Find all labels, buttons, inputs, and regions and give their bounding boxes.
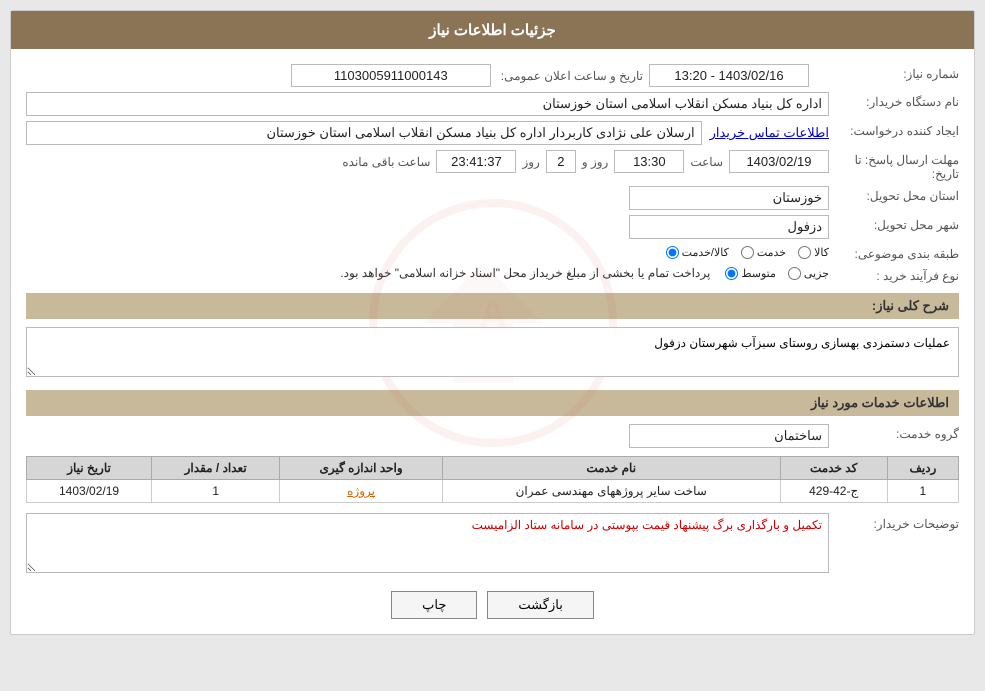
category-radio-group: کالا خدمت کالا/خدمت: [666, 246, 829, 259]
cell-unit: پروژه: [280, 480, 443, 503]
buyer-notes-label: توضیحات خریدار:: [829, 513, 959, 531]
delivery-city-value: دزفول: [629, 215, 829, 239]
need-number-value: 1103005911000143: [291, 64, 491, 87]
services-info-section: اطلاعات خدمات مورد نیاز: [26, 390, 959, 416]
delivery-province-label: استان محل تحویل:: [829, 186, 959, 203]
process-type-label: نوع فرآیند خرید :: [829, 266, 959, 283]
col-service-name: نام خدمت: [442, 457, 780, 480]
need-description-section: شرح کلی نیاز:: [26, 293, 959, 319]
col-unit: واحد اندازه گیری: [280, 457, 443, 480]
delivery-province-value: خوزستان: [629, 186, 829, 210]
page-header: جزئیات اطلاعات نیاز: [11, 11, 974, 49]
creator-value: ارسلان علی نژادی کاربردار اداره کل بنیاد…: [26, 121, 702, 145]
deadline-date-value: 1403/02/19: [729, 150, 829, 173]
col-row: ردیف: [887, 457, 958, 480]
time-label: ساعت: [690, 155, 723, 169]
radio-service[interactable]: خدمت: [741, 246, 786, 259]
service-group-label: گروه خدمت:: [829, 424, 959, 441]
cell-code: ج-42-429: [780, 480, 887, 503]
print-button[interactable]: چاپ: [391, 591, 477, 619]
buyer-org-label: نام دستگاه خریدار:: [829, 92, 959, 109]
radio-medium[interactable]: متوسط: [725, 267, 776, 280]
service-group-value: ساختمان: [629, 424, 829, 448]
days-unit: روز: [522, 155, 539, 169]
radio-minor[interactable]: جزیی: [788, 267, 829, 280]
radio-goods-service[interactable]: کالا/خدمت: [666, 246, 729, 259]
col-date: تاریخ نیاز: [27, 457, 152, 480]
col-service-code: کد خدمت: [780, 457, 887, 480]
cell-row: 1: [887, 480, 958, 503]
back-button[interactable]: بازگشت: [487, 591, 593, 619]
services-table: ردیف کد خدمت نام خدمت واحد اندازه گیری ت…: [26, 456, 959, 503]
buyer-org-value: اداره کل بنیاد مسکن انقلاب اسلامی استان …: [26, 92, 829, 116]
radio-goods[interactable]: کالا: [798, 246, 829, 259]
cell-name: ساخت سایر پروژههای مهندسی عمران: [442, 480, 780, 503]
category-label: طبقه بندی موضوعی:: [829, 244, 959, 261]
remaining-label: ساعت باقی مانده: [342, 155, 430, 169]
button-group: بازگشت چاپ: [26, 591, 959, 619]
contact-link[interactable]: اطلاعات تماس خریدار: [710, 125, 829, 141]
deadline-days-value: 2: [546, 150, 576, 173]
cell-count: 1: [152, 480, 280, 503]
col-count: تعداد / مقدار: [152, 457, 280, 480]
creator-label: ایجاد کننده درخواست:: [829, 121, 959, 138]
process-radio-group: جزیی متوسط: [725, 267, 829, 280]
announce-label: تاریخ و ساعت اعلان عمومی:: [501, 69, 643, 83]
need-description-textarea[interactable]: عملیات دستمزدی بهسازی روستای سبزآب شهرست…: [26, 327, 959, 377]
table-row: 1 ج-42-429 ساخت سایر پروژههای مهندسی عمر…: [27, 480, 959, 503]
announce-datetime-value: 1403/02/16 - 13:20: [649, 64, 809, 87]
page-title: جزئیات اطلاعات نیاز: [429, 22, 556, 39]
cell-date: 1403/02/19: [27, 480, 152, 503]
deadline-time-value: 13:30: [614, 150, 684, 173]
process-note: پرداخت تمام یا بخشی از مبلغ خریداز محل "…: [340, 266, 710, 280]
need-number-label: شماره نیاز:: [829, 64, 959, 81]
days-label: روز و: [582, 155, 609, 169]
deadline-remaining-value: 23:41:37: [436, 150, 516, 173]
buyer-notes-textarea[interactable]: تکمیل و بارگذاری برگ پیشنهاد قیمت بپوستی…: [26, 513, 829, 573]
delivery-city-label: شهر محل تحویل:: [829, 215, 959, 232]
deadline-label: مهلت ارسال پاسخ: تا تاریخ:: [829, 150, 959, 181]
